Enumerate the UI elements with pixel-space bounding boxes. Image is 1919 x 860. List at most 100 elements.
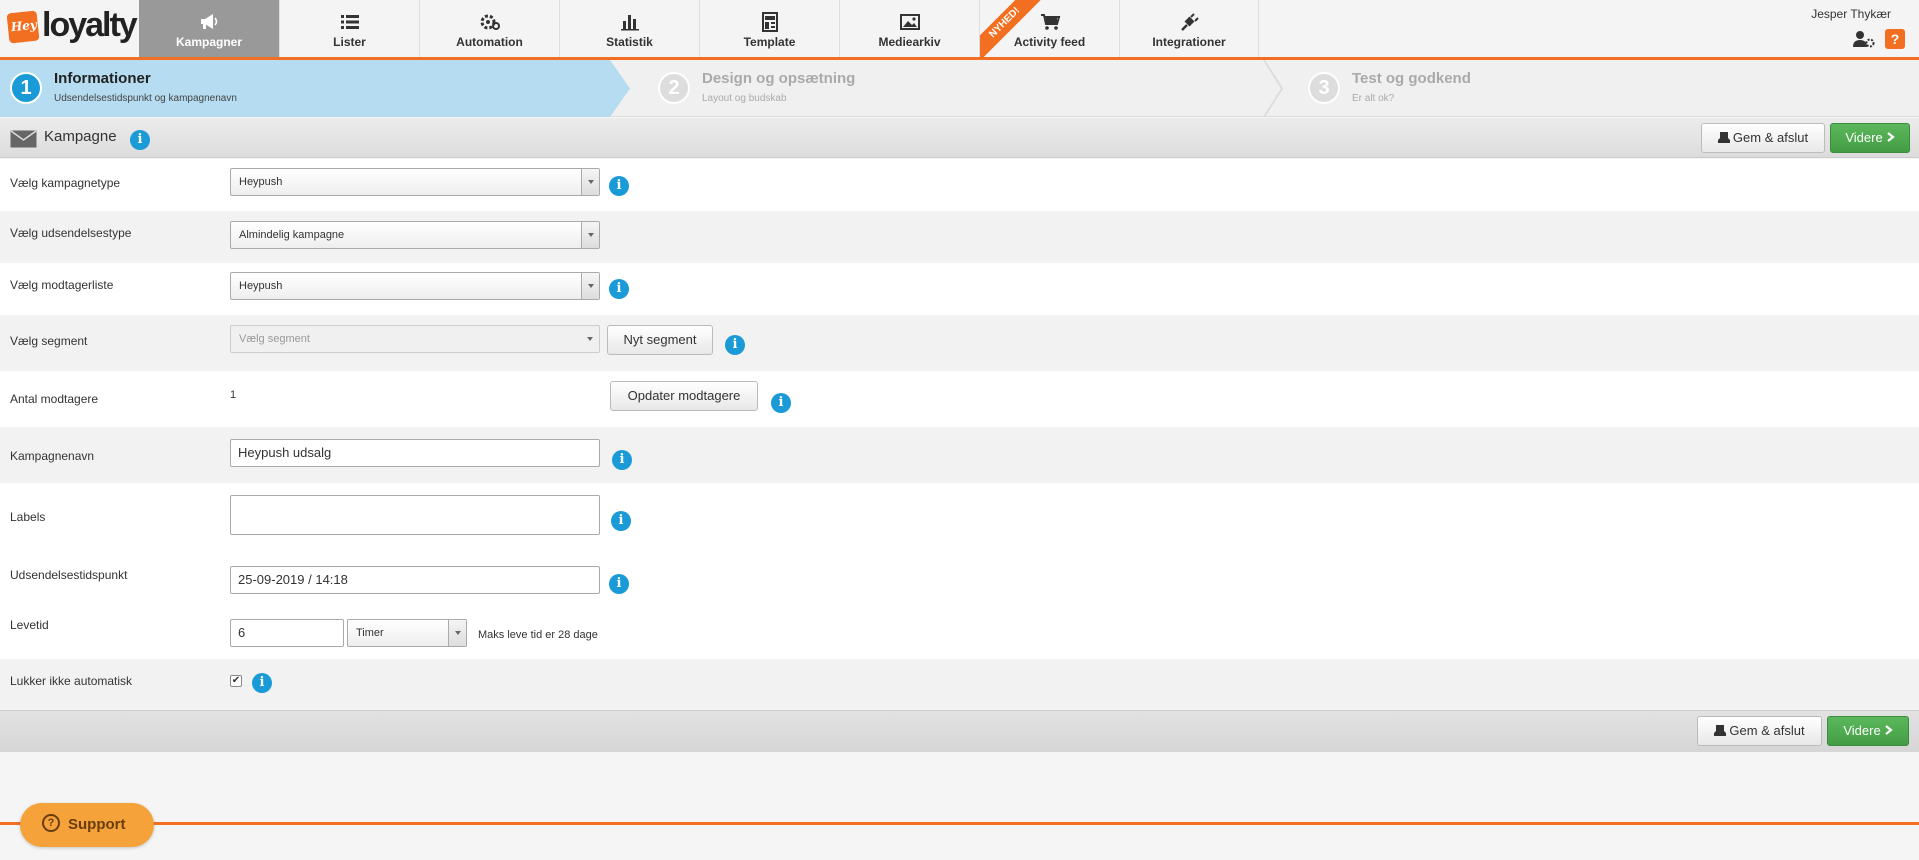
nav-item-activity-feed[interactable]: NYHED! Activity feed (979, 0, 1119, 57)
campaign-name-input[interactable]: Heypush udsalg (230, 439, 600, 467)
nav-item-kampagner[interactable]: Kampagner (139, 0, 279, 57)
footer-save-and-close-button[interactable]: Gem & afslut (1697, 716, 1822, 746)
step-title: Design og opsætning (702, 70, 856, 87)
field-label: Udsendelsestidspunkt (10, 568, 128, 582)
info-icon[interactable]: i (611, 511, 631, 531)
field-label: Antal modtagere (10, 392, 99, 406)
footer-next-button[interactable]: Videre (1827, 716, 1909, 746)
user-name[interactable]: Jesper Thykær (1811, 7, 1891, 21)
nav-item-mediearkiv[interactable]: Mediearkiv (839, 0, 979, 57)
info-icon[interactable]: i (609, 176, 629, 196)
logo[interactable]: Hey loyalty (6, 6, 138, 46)
save-and-close-button[interactable]: Gem & afslut (1701, 123, 1825, 153)
step-separator (1263, 60, 1284, 117)
labels-input[interactable] (230, 495, 600, 535)
info-icon[interactable]: i (252, 673, 272, 693)
save-icon (1717, 132, 1730, 143)
step-title: Informationer (54, 70, 151, 87)
user-settings-icon[interactable] (1853, 30, 1875, 48)
envelope-icon (10, 130, 37, 148)
cart-icon (1040, 14, 1060, 30)
info-icon[interactable]: i (609, 574, 629, 594)
nav-item-lister[interactable]: Lister (279, 0, 419, 57)
recipient-list-select[interactable]: Heypush (230, 272, 600, 300)
segment-select[interactable]: Vælg segment (230, 325, 600, 353)
step-test[interactable]: 3 Test og godkend Er alt ok? (1298, 60, 1898, 117)
form-row-auto-close: Lukker ikke automatisk ✔ i (0, 659, 1919, 709)
form-row-lifetime: Levetid 6 Timer Maks leve tid er 28 dage (0, 601, 1919, 659)
panel-header: Kampagne i Gem & afslut Videre (0, 118, 1919, 158)
step-subtitle: Er alt ok? (1352, 93, 1395, 104)
form-row-recipient-list: Vælg modtagerliste Heypush i (0, 263, 1919, 315)
question-icon: ? (42, 814, 60, 833)
form-row-send-time: Udsendelsestidspunkt 25-09-2019 / 14:18 … (0, 551, 1919, 601)
form-row-segment: Vælg segment Vælg segment Nyt segment i (0, 315, 1919, 371)
bar-chart-icon (620, 15, 639, 31)
wizard-steps: 1 Informationer Udsendelsestidspunkt og … (0, 60, 1919, 117)
gears-icon (480, 14, 500, 30)
send-type-select[interactable]: Almindelig kampagne (230, 221, 600, 249)
support-button[interactable]: ? Support (20, 803, 154, 847)
form-row-recipients: Antal modtagere 1 Opdater modtagere i (0, 371, 1919, 427)
chevron-down-icon (581, 222, 599, 248)
chevron-down-icon (581, 169, 599, 195)
field-label: Vælg udsendelsestype (10, 226, 132, 240)
lifetime-hint: Maks leve tid er 28 dage (478, 629, 598, 641)
plug-icon (1181, 13, 1199, 31)
chevron-right-icon (1884, 725, 1893, 735)
campaign-type-select[interactable]: Heypush (230, 168, 600, 196)
next-button[interactable]: Videre (1830, 123, 1910, 153)
lifetime-unit-select[interactable]: Timer (347, 619, 467, 647)
form-row-send-type: Vælg udsendelsestype Almindelig kampagne (0, 211, 1919, 263)
help-icon[interactable]: ? (1885, 29, 1905, 49)
info-icon[interactable]: i (725, 335, 745, 355)
step-number: 3 (1308, 72, 1340, 104)
save-icon (1714, 725, 1727, 736)
chevron-down-icon (448, 620, 466, 646)
field-label: Lukker ikke automatisk (10, 674, 133, 688)
step-subtitle: Layout og budskab (702, 93, 787, 104)
field-label: Vælg segment (10, 334, 88, 348)
lifetime-input[interactable]: 6 (230, 619, 344, 647)
nav-label: Automation (456, 35, 523, 49)
info-icon[interactable]: i (130, 130, 150, 150)
info-icon[interactable]: i (612, 450, 632, 470)
logo-text: loyalty (42, 6, 138, 44)
new-segment-button[interactable]: Nyt segment (607, 325, 713, 355)
form-row-campaign-type: Vælg kampagnetype Heypush i (0, 159, 1919, 211)
chevron-down-icon (581, 326, 599, 352)
form-footer: Gem & afslut Videre (0, 710, 1919, 752)
auto-close-checkbox[interactable]: ✔ (230, 675, 242, 687)
nav-item-automation[interactable]: Automation (419, 0, 559, 57)
main-nav: Kampagner Lister Automation Statistik Te… (139, 0, 1259, 57)
field-label: Vælg modtagerliste (10, 278, 114, 292)
nav-label: Kampagner (175, 35, 243, 49)
chevron-right-icon (1886, 132, 1895, 142)
panel-title: Kampagne (44, 128, 117, 145)
image-icon (899, 14, 920, 30)
chevron-down-icon (581, 273, 599, 299)
field-label: Labels (10, 510, 46, 524)
step-title: Test og godkend (1352, 70, 1471, 87)
nav-label: Integrationer (1152, 35, 1226, 49)
bottom-accent-line (0, 822, 1919, 825)
step-informationer[interactable]: 1 Informationer Udsendelsestidspunkt og … (0, 60, 630, 117)
nav-label: Template (743, 35, 796, 49)
nav-item-statistik[interactable]: Statistik (559, 0, 699, 57)
list-icon (340, 15, 359, 29)
field-label: Vælg kampagnetype (10, 176, 121, 190)
step-active-background (0, 60, 630, 117)
update-recipients-button[interactable]: Opdater modtagere (610, 381, 758, 411)
field-label: Kampagnenavn (10, 449, 95, 463)
info-icon[interactable]: i (609, 279, 629, 299)
step-subtitle: Udsendelsestidspunkt og kampagnenavn (54, 93, 237, 104)
megaphone-icon (201, 14, 218, 29)
nav-item-template[interactable]: Template (699, 0, 839, 57)
info-icon[interactable]: i (771, 393, 791, 413)
nav-item-integrationer[interactable]: Integrationer (1119, 0, 1259, 57)
step-design[interactable]: 2 Design og opsætning Layout og budskab (648, 60, 1278, 117)
send-time-input[interactable]: 25-09-2019 / 14:18 (230, 566, 600, 594)
nav-label: Statistik (606, 35, 653, 49)
step-number: 2 (658, 72, 690, 104)
logo-badge: Hey (6, 10, 40, 44)
